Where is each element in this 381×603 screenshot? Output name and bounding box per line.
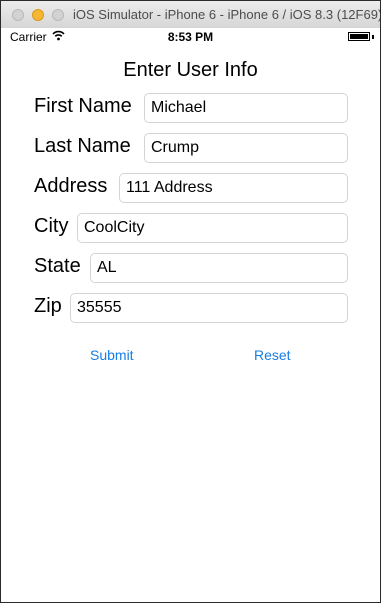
reset-button[interactable]: Reset — [254, 347, 291, 363]
simulator-window: iOS Simulator - iPhone 6 - iPhone 6 / iO… — [0, 0, 381, 603]
city-label: City — [34, 215, 69, 237]
window-title: iOS Simulator - iPhone 6 - iPhone 6 / iO… — [73, 7, 381, 22]
first-name-input[interactable] — [144, 93, 348, 123]
city-input[interactable] — [77, 213, 348, 243]
zoom-window-button[interactable] — [52, 9, 64, 21]
zip-label: Zip — [34, 295, 62, 317]
minimize-window-button[interactable] — [32, 9, 44, 21]
close-window-button[interactable] — [12, 9, 24, 21]
state-input[interactable] — [90, 253, 348, 283]
battery-icon — [348, 32, 370, 41]
last-name-label: Last Name — [34, 135, 131, 157]
form-heading: Enter User Info — [123, 59, 258, 81]
state-label: State — [34, 255, 81, 277]
address-label: Address — [34, 175, 108, 197]
status-bar: Carrier 8:53 PM — [1, 28, 380, 46]
battery-tip — [372, 35, 374, 39]
window-titlebar: iOS Simulator - iPhone 6 - iPhone 6 / iO… — [1, 1, 380, 29]
device-screen: Carrier 8:53 PM Enter User Info First Na… — [1, 28, 380, 602]
submit-button[interactable]: Submit — [90, 347, 134, 363]
last-name-input[interactable] — [144, 133, 348, 163]
address-input[interactable] — [119, 173, 348, 203]
status-time: 8:53 PM — [167, 30, 214, 44]
first-name-label: First Name — [34, 95, 132, 117]
zip-input[interactable] — [70, 293, 348, 323]
